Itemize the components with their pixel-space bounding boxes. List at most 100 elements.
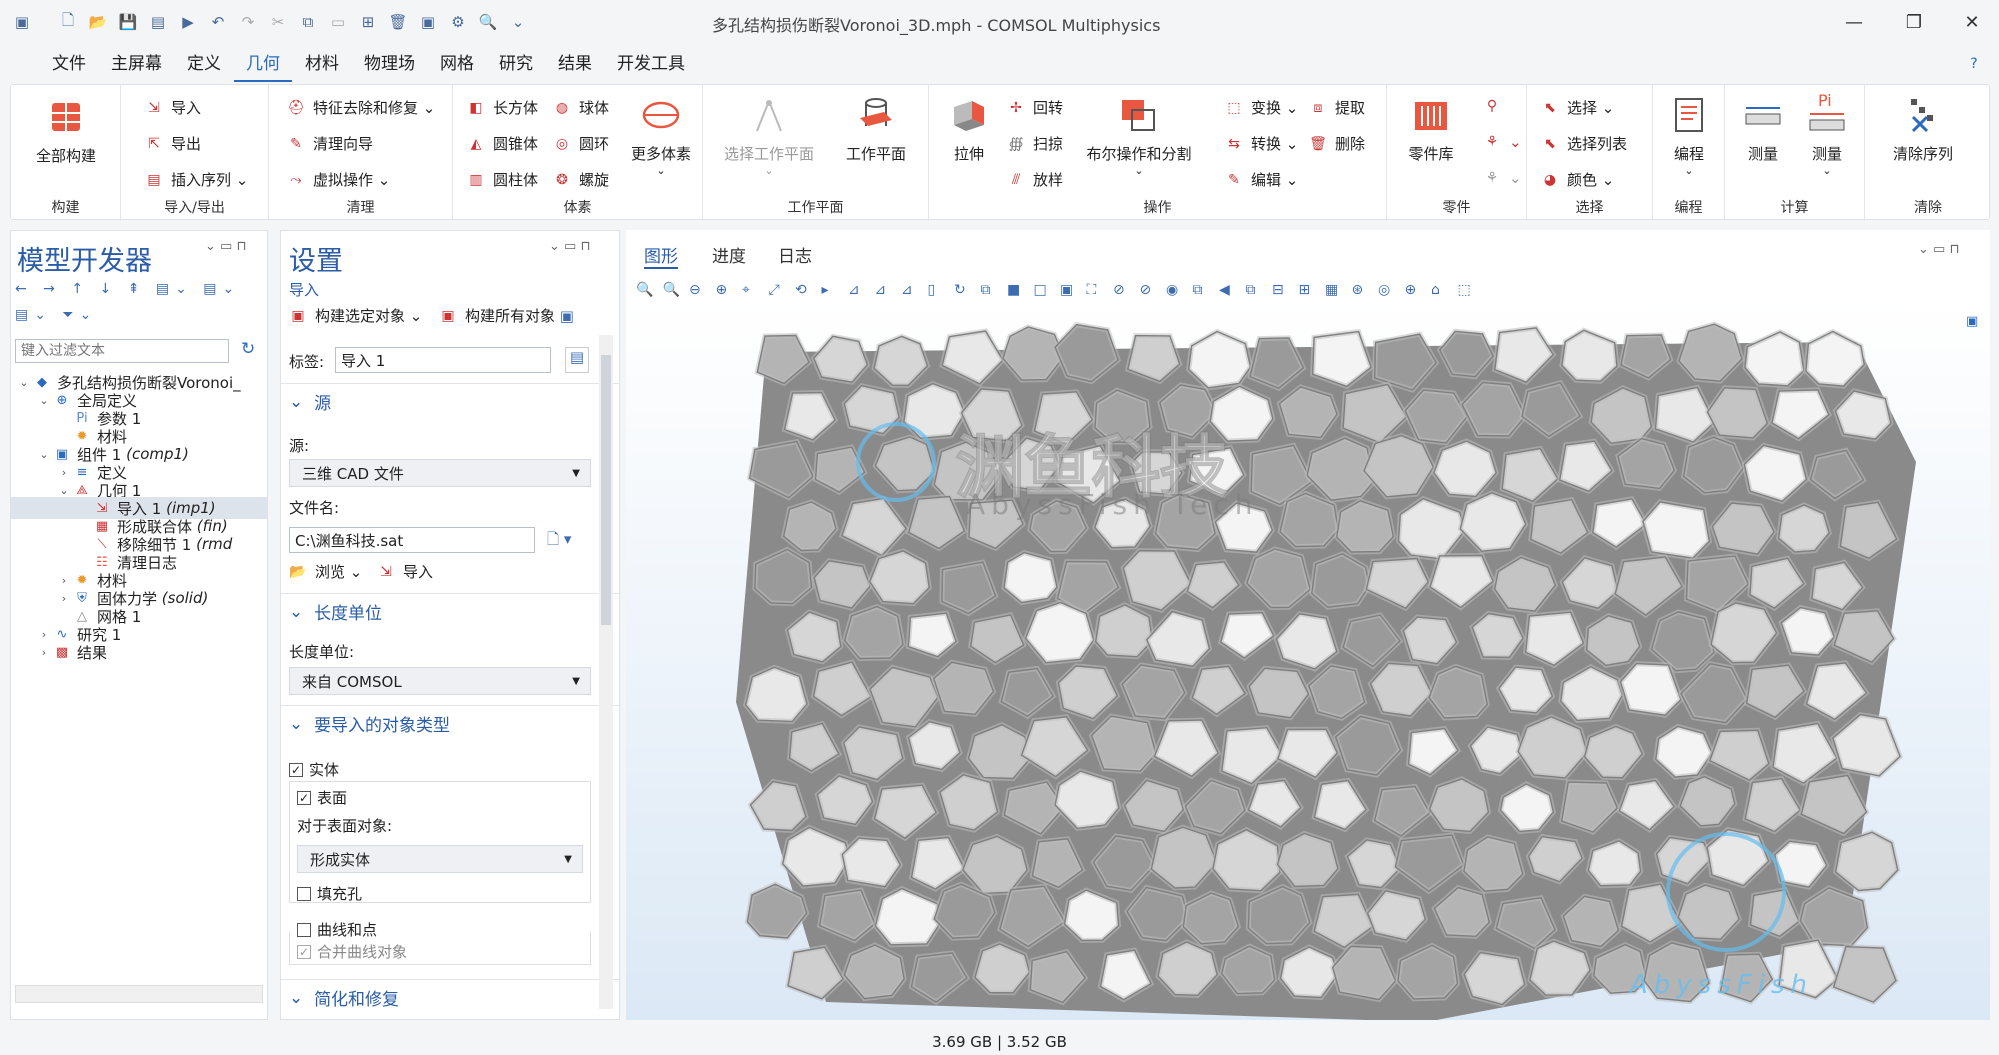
graphics-tool-icon[interactable]: ◎: [1378, 282, 1390, 298]
restore-button[interactable]: ❐: [1894, 8, 1934, 36]
extract-button[interactable]: ⧈ 提取: [1309, 97, 1365, 118]
menu-0[interactable]: 文件: [40, 46, 98, 82]
length-unit-select[interactable]: 来自 COMSOL ▼: [289, 667, 591, 695]
open-folder-icon[interactable]: 📂: [84, 8, 112, 36]
graphics-tool-icon[interactable]: ⧉: [1246, 282, 1256, 298]
viewport-corner-icon[interactable]: ▣: [1966, 314, 1978, 329]
sphere-button[interactable]: ◍ 球体: [553, 97, 609, 118]
horizontal-scrollbar[interactable]: [15, 985, 263, 1003]
color-button[interactable]: ◕ 颜色 ⌄: [1541, 169, 1614, 190]
save-icon[interactable]: 💾: [114, 8, 142, 36]
tree-node[interactable]: › ▩ 结果: [11, 641, 267, 663]
build-all-button[interactable]: 全部构建: [23, 97, 109, 166]
graphics-tool-icon[interactable]: ⤢: [769, 282, 780, 298]
graphics-tool-icon[interactable]: ◉: [1166, 282, 1178, 298]
filename-input[interactable]: C:\渊鱼科技.sat: [289, 527, 535, 553]
graphics-tool-icon[interactable]: ⌖: [742, 282, 750, 298]
measure-button-1[interactable]: 测量: [1733, 95, 1793, 164]
app-icon[interactable]: ▣: [8, 8, 36, 36]
measure-button-2[interactable]: Pi 测量 ⌄: [1797, 89, 1857, 177]
refresh-filter-icon[interactable]: ↻: [241, 339, 255, 359]
file-options-icon[interactable]: 🗋 ▾: [547, 529, 571, 554]
graphics-tool-icon[interactable]: ⊘: [1113, 282, 1125, 298]
expand-chevron-icon[interactable]: ⌄: [35, 448, 53, 461]
browse-button[interactable]: 📂 浏览 ⌄: [289, 561, 362, 582]
graphics-tool-icon[interactable]: 🔍: [636, 282, 653, 298]
graphics-tool-icon[interactable]: ⟲: [795, 282, 807, 298]
menu-1[interactable]: 主屏幕: [99, 46, 174, 82]
select-workplane-button[interactable]: 选择工作平面 ⌄: [719, 95, 819, 177]
source-select[interactable]: 三维 CAD 文件 ▼: [289, 459, 591, 487]
menu-6[interactable]: 网格: [428, 46, 486, 82]
torus-button[interactable]: ◎ 圆环: [553, 133, 609, 154]
defeature-button[interactable]: ⛑ 特征去除和修复 ⌄: [287, 97, 435, 118]
save-as-icon[interactable]: ▤: [144, 8, 172, 36]
sweep-button[interactable]: ∰ 扫掠: [1007, 133, 1063, 154]
part-tool-3[interactable]: ⚘ ⌄: [1483, 169, 1522, 187]
paste-icon[interactable]: ▭: [324, 8, 352, 36]
menu-5[interactable]: 物理场: [352, 46, 427, 82]
graphics-tool-icon[interactable]: ■: [1007, 282, 1020, 298]
section-source[interactable]: ⌄ 源: [281, 383, 619, 419]
label-edit-icon[interactable]: ▤: [565, 347, 589, 373]
merge-curves-checkbox[interactable]: ✓ 合并曲线对象: [297, 941, 407, 962]
menu-8[interactable]: 结果: [546, 46, 604, 82]
graphics-tool-icon[interactable]: ⊟: [1272, 282, 1284, 298]
graphics-tool-icon[interactable]: ⛶: [1087, 282, 1097, 298]
graphics-tool-icon[interactable]: ↻: [954, 282, 966, 298]
run-icon[interactable]: ▶: [174, 8, 202, 36]
delete-icon[interactable]: 🗑: [384, 8, 412, 36]
cut-icon[interactable]: ✂: [264, 8, 292, 36]
graphics-tool-icon[interactable]: ⊛: [1352, 282, 1364, 298]
graphics-tool-icon[interactable]: ⧉: [981, 282, 991, 298]
graphics-tool-icon[interactable]: ⊕: [716, 282, 728, 298]
part-tool-2[interactable]: ⚘ ⌄: [1483, 133, 1522, 151]
graphics-viewport[interactable]: 渊鱼科技 AbyssFish Tech AbyssFish: [626, 302, 1990, 1020]
boolean-button[interactable]: 布尔操作和分割 ⌄: [1079, 95, 1199, 177]
selection-list-button[interactable]: ⬉ 选择列表: [1541, 133, 1627, 154]
export-button[interactable]: ⇱ 导出: [145, 133, 201, 154]
expand-chevron-icon[interactable]: ⌄: [55, 484, 73, 497]
settings-panel-menu-icon[interactable]: ⌄ ▭ ⊓: [549, 239, 591, 254]
graphics-tab-1[interactable]: 进度: [712, 242, 746, 267]
section-simplify[interactable]: ⌄ 简化和修复: [281, 979, 619, 1015]
expand-chevron-icon[interactable]: ›: [55, 466, 73, 479]
graphics-tool-icon[interactable]: ⊘: [1140, 282, 1152, 298]
virtual-ops-button[interactable]: ⤳ 虚拟操作 ⌄: [287, 169, 390, 190]
cleanup-wizard-button[interactable]: ✎ 清理向导: [287, 133, 373, 154]
convert-button[interactable]: ⇆ 转换 ⌄: [1225, 133, 1298, 154]
graphics-tool-icon[interactable]: ▸: [822, 282, 829, 298]
section-object-types[interactable]: ⌄ 要导入的对象类型: [281, 705, 619, 741]
delete-entities-button[interactable]: 🗑 删除: [1309, 133, 1365, 154]
graphics-tool-icon[interactable]: ▦: [1325, 282, 1338, 298]
graphics-tool-icon[interactable]: ▯: [928, 282, 936, 298]
expand-chevron-icon[interactable]: ›: [35, 628, 53, 641]
settings-icon[interactable]: ⚙: [444, 8, 472, 36]
graphics-tool-icon[interactable]: ⊿: [901, 282, 913, 298]
menu-9[interactable]: 开发工具: [605, 46, 697, 82]
close-button[interactable]: ✕: [1952, 8, 1992, 36]
part-tool-1[interactable]: ⚲: [1483, 97, 1509, 115]
helix-button[interactable]: ❂ 螺旋: [553, 169, 609, 190]
graphics-tool-icon[interactable]: ⊿: [875, 282, 887, 298]
surface-obj-select[interactable]: 形成实体 ▼: [297, 845, 583, 873]
expand-chevron-icon[interactable]: ›: [55, 592, 73, 605]
workplane-button[interactable]: 工作平面: [833, 95, 919, 164]
insert-sequence-button[interactable]: ▤ 插入序列 ⌄: [145, 169, 248, 190]
import-button[interactable]: ⇲ 导入: [145, 97, 201, 118]
cone-button[interactable]: ◭ 圆锥体: [467, 133, 538, 154]
import-file-button[interactable]: ⇲ 导入: [377, 561, 433, 582]
graphics-tool-icon[interactable]: ⌂: [1431, 282, 1440, 298]
programming-button[interactable]: 编程 ⌄: [1661, 95, 1717, 177]
graphics-tool-icon[interactable]: ⧉: [1193, 282, 1203, 298]
expand-chevron-icon[interactable]: ›: [55, 574, 73, 587]
graphics-tab-0[interactable]: 图形: [644, 242, 678, 269]
cylinder-button[interactable]: ▥ 圆柱体: [467, 169, 538, 190]
graphics-tool-icon[interactable]: ⊕: [1405, 282, 1417, 298]
edit-button[interactable]: ✎ 编辑 ⌄: [1225, 169, 1298, 190]
part-library-button[interactable]: 零件库: [1395, 95, 1467, 164]
build-selected-button[interactable]: ▣ 构建选定对象 ⌄: [289, 305, 422, 326]
graphics-panel-menu-icon[interactable]: ⌄ ▭ ⊓: [1918, 242, 1960, 257]
graphics-tool-icon[interactable]: ⊿: [848, 282, 860, 298]
label-input[interactable]: 导入 1: [335, 347, 551, 373]
